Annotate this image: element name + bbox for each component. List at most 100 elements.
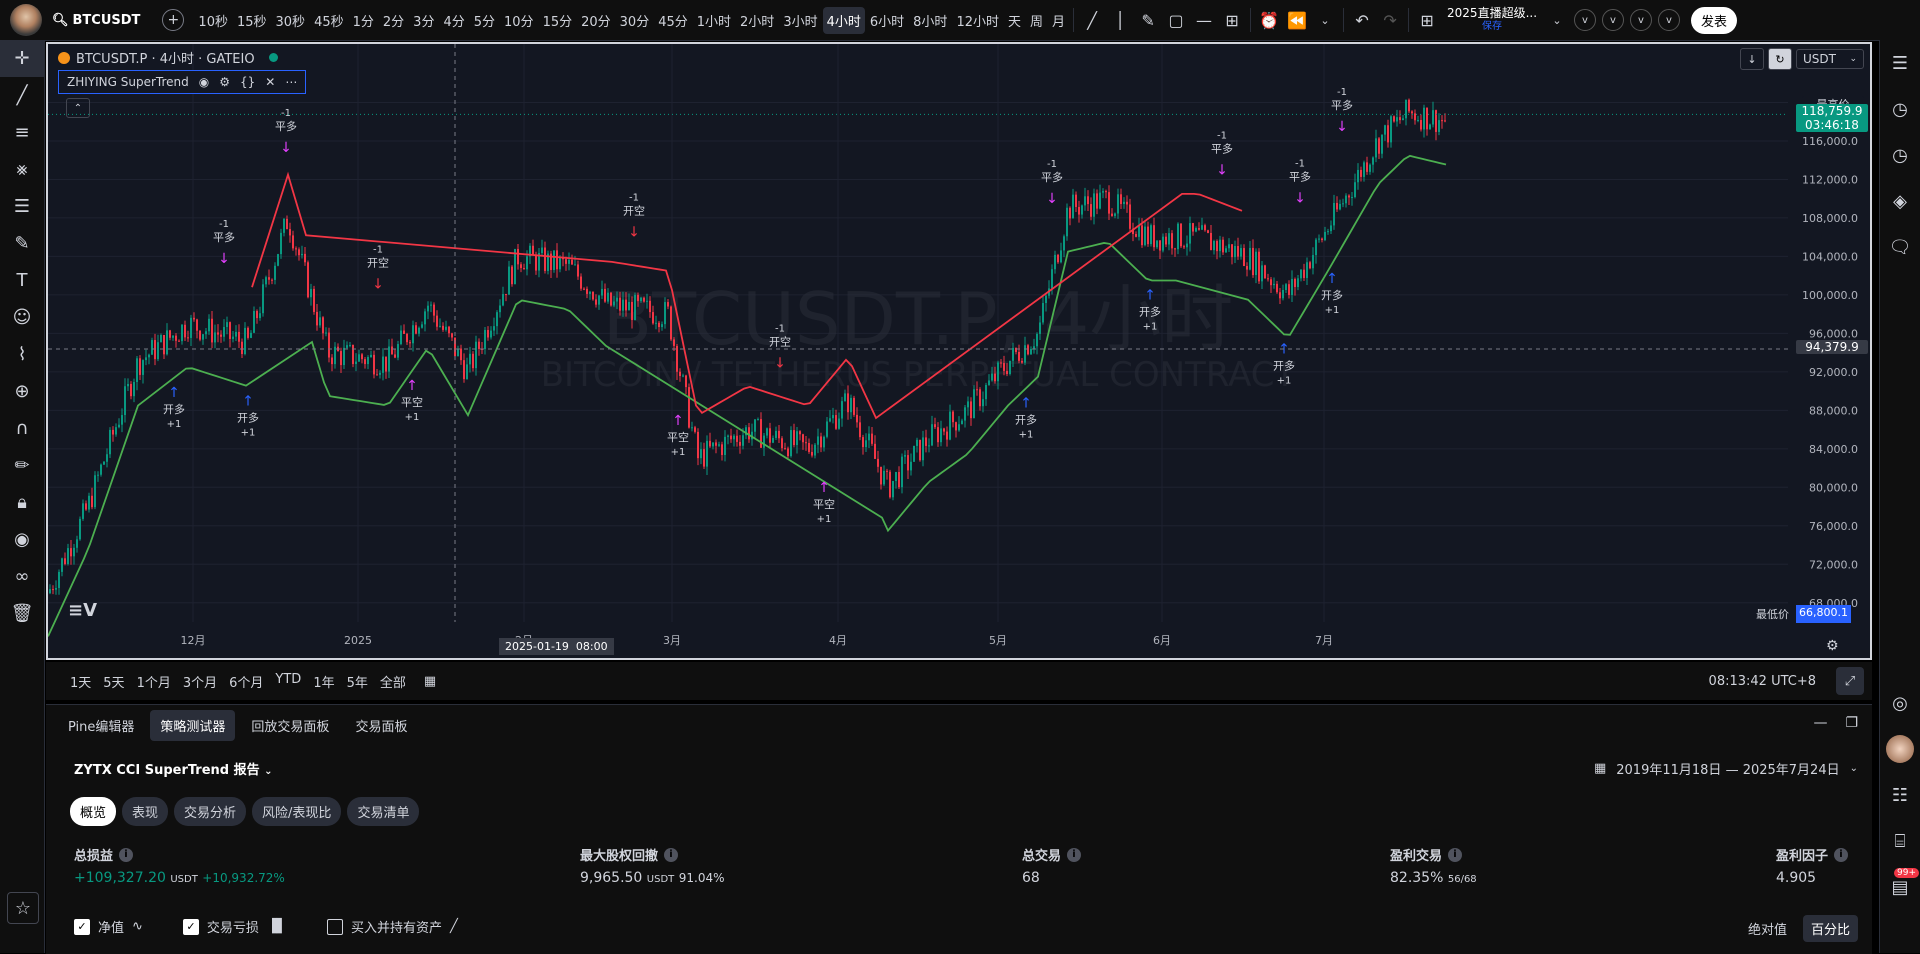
timeframe-option[interactable]: 1分 [349,7,378,34]
timeframe-option[interactable]: 3分 [409,7,438,34]
layers-icon[interactable]: ◈ [1880,178,1920,224]
timeframe-option[interactable]: 45秒 [310,7,348,34]
panel-tab[interactable]: Pine编辑器 [58,710,144,741]
timeframe-option[interactable]: 8小时 [909,7,951,34]
timeframe-option[interactable]: 2小时 [736,7,778,34]
indicator-legend[interactable]: ZHIYING SuperTrend ◉ ⚙ {} ✕ ⋯ [58,70,307,94]
settings-icon[interactable]: ⚙ [219,75,230,89]
checkbox[interactable] [326,918,343,935]
layout-template[interactable]: 2025直播超级... 保存 [1447,6,1537,34]
indicator-icon[interactable]: │ [1106,6,1134,34]
range-option[interactable]: 1个月 [131,672,177,691]
link-icon[interactable]: ∞ [0,558,44,595]
info-icon[interactable]: i [664,847,679,862]
restore-icon[interactable]: ❐ [1845,715,1858,731]
text-icon[interactable]: T [0,262,44,299]
toggle-equity[interactable]: ✓ 净值 ∿ [74,917,143,936]
chat-icon[interactable]: 🗨︎ [1880,224,1920,270]
zoom-icon[interactable]: ⊕ [0,373,44,410]
report-title[interactable]: ZYTX CCI SuperTrend 报告 ⌄ [74,759,273,778]
brush-icon[interactable]: ✎ [1134,6,1162,34]
alarm-icon[interactable]: ⏰ [1255,6,1283,34]
timeframe-option[interactable]: 月 [1048,7,1069,34]
eye-icon[interactable]: ◉ [199,75,209,89]
more-icon[interactable]: ⋯ [285,75,297,89]
eye-icon[interactable]: ◉ [0,521,44,558]
report-subtab[interactable]: 交易分析 [174,797,247,826]
checkbox[interactable]: ✓ [74,918,90,935]
timeframe-option[interactable]: 天 [1004,7,1025,34]
fib-icon[interactable]: ☰ [0,188,44,225]
circle-chevron-icon[interactable]: v [1658,9,1681,31]
trendline-icon[interactable]: ╱ [0,77,44,114]
redo-icon[interactable]: ↷ [1376,6,1404,34]
user-avatar-small[interactable] [1880,726,1920,772]
watchlist-icon[interactable]: ☰ [1880,40,1920,86]
timeframe-option[interactable]: 5分 [470,7,499,34]
chevron-down-icon[interactable]: ⌄ [1543,6,1571,34]
range-option[interactable]: 3个月 [177,672,223,691]
alert-line-icon[interactable]: — [1190,6,1218,34]
notifications-icon[interactable]: ▤ 99+ [1880,864,1920,910]
pencil-lock-icon[interactable]: ✏ [0,447,44,484]
timeframe-option[interactable]: 10分 [500,7,538,34]
panel-tab[interactable]: 策略测试器 [150,709,236,741]
compare-add-button[interactable]: + [162,9,185,31]
magnet-icon[interactable]: ∩ [0,410,44,447]
report-subtab[interactable]: 风险/表现比 [252,797,342,826]
symbol-search[interactable]: 🔍︎ BTCUSDT [52,13,152,28]
chart-pane[interactable]: 120,000.0116,000.0112,000.0108,000.0104,… [46,42,1872,660]
info-icon[interactable]: i [1448,847,1463,862]
report-subtab[interactable]: 交易清单 [347,797,420,826]
view-mode-option[interactable]: 绝对值 [1740,915,1795,942]
report-subtab[interactable]: 概览 [70,797,117,826]
chart-settings-icon[interactable]: ⚙ [1826,638,1839,654]
trash-icon[interactable]: ✕ [265,75,275,89]
star-icon[interactable]: ☆ [7,892,39,924]
timeframe-option[interactable]: 15秒 [233,7,271,34]
price-chart[interactable]: 120,000.0116,000.0112,000.0108,000.0104,… [48,44,1870,658]
info-icon[interactable]: i [1067,847,1082,862]
rectangle-icon[interactable]: ▢ [1162,6,1190,34]
ruler-icon[interactable]: ⌇ [0,336,44,373]
pattern-icon[interactable]: ⨳ [0,151,44,188]
collapse-legend-button[interactable]: ⌃ [66,98,90,118]
range-option[interactable]: 1年 [307,672,340,691]
timeframe-option[interactable]: 2分 [379,7,408,34]
checkbox[interactable]: ✓ [182,918,199,935]
target-icon[interactable]: ◎ [1880,680,1920,726]
report-subtab[interactable]: 表现 [122,797,169,826]
sync-icon[interactable]: ↻ [1768,48,1792,70]
minimize-icon[interactable]: — [1813,715,1827,731]
range-option[interactable]: 5年 [341,672,374,691]
circle-chevron-icon[interactable]: v [1602,9,1625,31]
circle-chevron-icon[interactable]: v [1574,9,1597,31]
download-icon[interactable]: ↓ [1740,48,1764,70]
panel-tab[interactable]: 回放交易面板 [241,710,339,741]
clock[interactable]: 08:13:42 UTC+8 [1709,674,1816,689]
chart-type-icon[interactable]: ╱ [1078,6,1106,34]
timeframe-option[interactable]: 45分 [654,7,692,34]
date-range[interactable]: ▦ 2019年11月18日 — 2025年7月24日 ⌄ [1594,759,1858,778]
source-code-icon[interactable]: {} [240,75,255,89]
timeframe-option[interactable]: 12小时 [952,7,1003,34]
publish-button[interactable]: 发表 [1691,6,1738,34]
range-option[interactable]: 全部 [374,672,412,691]
timeframe-option[interactable]: 30分 [616,7,654,34]
currency-select[interactable]: USDT ⌄ [1796,49,1864,69]
undo-icon[interactable]: ↶ [1348,6,1376,34]
help-icon[interactable]: ⌸ [1880,818,1920,864]
circle-chevron-icon[interactable]: v [1630,9,1653,31]
range-option[interactable]: 5天 [97,672,130,691]
alerts-clock-icon[interactable]: ◷ [1880,86,1920,132]
pen-icon[interactable]: ✎ [0,225,44,262]
toggle-trade-loss[interactable]: ✓ 交易亏损 ▐▌ [182,917,287,936]
grid-layout-icon[interactable]: ⊞ [1413,6,1441,34]
panel-tab[interactable]: 交易面板 [345,710,417,741]
apps-icon[interactable]: ☷ [1880,772,1920,818]
range-option[interactable]: 1天 [64,672,97,691]
date-range-picker-icon[interactable]: ▦ [424,674,436,689]
range-option[interactable]: 6个月 [223,672,269,691]
maximize-icon[interactable]: ⤢ [1836,667,1864,695]
timeframe-option[interactable]: 4小时 [822,6,865,34]
